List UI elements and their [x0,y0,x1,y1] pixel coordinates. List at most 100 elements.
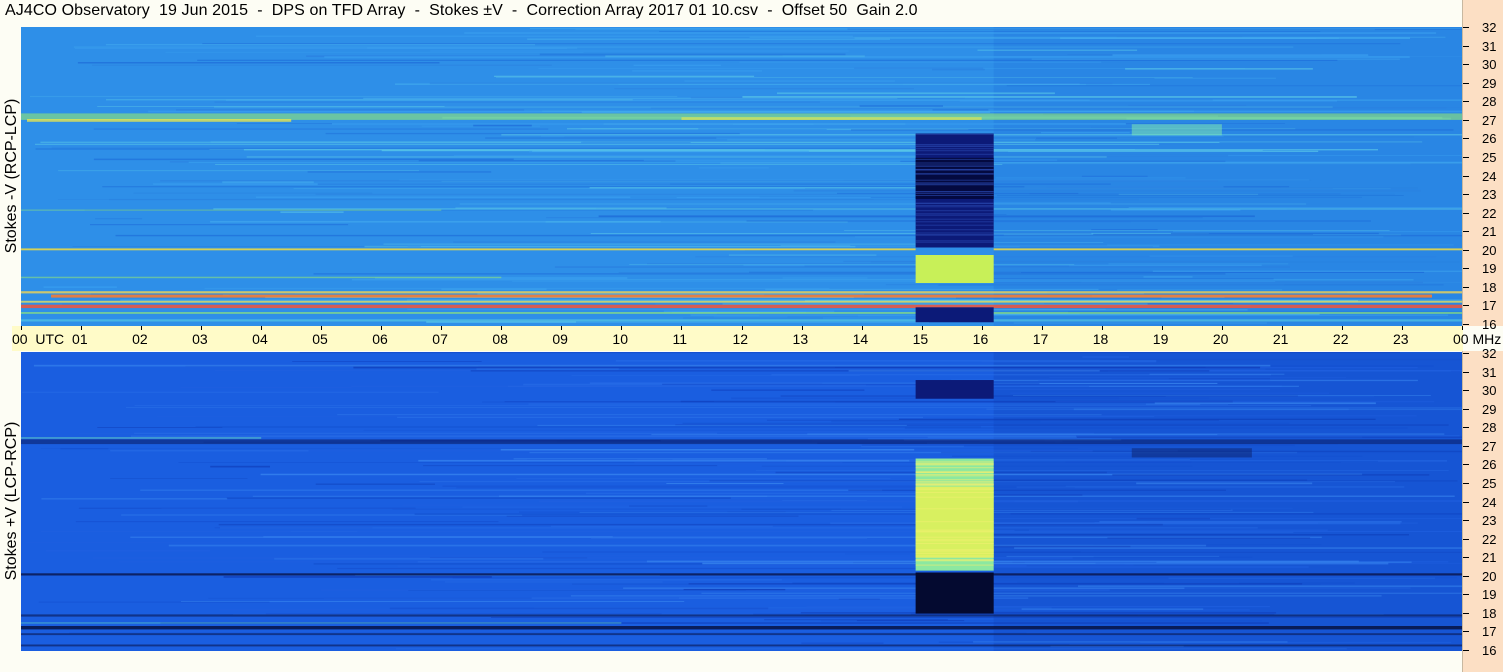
time-tick-label: 03 [192,331,208,347]
noise-streak [1117,289,1283,291]
noise-streak [274,557,544,560]
interference-block [915,380,994,399]
noise-streak [168,544,1207,547]
time-tick-label: 20 [1212,331,1229,347]
block-stripe [915,475,994,477]
freq-tick [1463,445,1469,447]
freq-tick [1463,520,1469,522]
noise-streak [62,303,656,305]
noise-streak [713,316,788,318]
freq-tick [1463,119,1469,121]
noise-streak [418,459,910,462]
time-tick-label: 01 [72,331,88,347]
noise-streak [58,170,419,172]
noise-streak [831,420,1041,423]
noise-streak [528,403,1229,405]
noise-streak [57,199,874,200]
noise-streak [1107,244,1454,246]
noise-streak [780,245,851,246]
block-stripe [915,133,994,135]
signal-band [21,312,1462,314]
noise-streak [337,567,952,570]
freq-tick-label: 29 [1482,75,1497,91]
noise-streak [793,189,1421,192]
noise-streak [324,56,1410,58]
freq-tick [1463,501,1469,503]
freq-tick [1463,231,1469,233]
noise-streak [473,124,532,127]
noise-streak [41,581,1018,583]
noise-streak [529,150,809,153]
time-tick [141,326,143,330]
freq-tick [1463,408,1469,410]
noise-streak [1112,474,1430,476]
freq-tick-label: 20 [1482,568,1497,584]
block-stripe [915,191,994,193]
time-tick-label: 14 [852,331,869,347]
block-stripe [915,205,994,207]
freq-tick-label: 25 [1482,149,1497,165]
noise-streak [591,537,868,539]
block-stripe [915,241,994,243]
freq-tick [1463,390,1469,392]
noise-streak [590,233,1209,234]
noise-streak [646,560,1359,563]
freq-tick-label: 17 [1482,624,1497,640]
noise-streak [72,246,421,247]
noise-streak [218,523,1163,526]
bottom-frequency-axis: 32 31 30 29 28 27 26 25 24 23 22 21 20 19 18 17 16 [1462,347,1503,672]
time-tick [981,326,983,330]
noise-streak [315,193,1395,195]
noise-streak [402,504,674,506]
signal-band [21,291,1462,294]
freq-tick-label: 23 [1482,187,1497,203]
freq-tick-label: 32 [1482,20,1497,35]
time-tick [381,326,383,330]
noise-streak [1091,229,1158,231]
top-spectrogram [21,27,1462,326]
noise-streak [367,47,578,49]
noise-streak [363,429,993,431]
time-tick [1341,326,1343,330]
noise-streak [21,391,439,393]
noise-streak [482,401,836,403]
time-tick [1041,326,1043,330]
signal-band [21,439,1462,445]
freq-tick [1463,594,1469,596]
noise-streak [506,515,799,517]
block-stripe [915,153,994,155]
block-stripe [915,192,994,194]
noise-streak [1010,392,1330,394]
noise-streak [755,470,1449,471]
noise-streak [1168,378,1270,380]
freq-tick [1463,482,1469,484]
noise-streak [437,321,929,323]
signal-band [681,117,982,120]
freq-tick-label: 18 [1482,605,1497,621]
noise-streak [1029,529,1328,531]
noise-streak [226,497,731,499]
noise-streak [956,297,1162,299]
noise-streak [292,361,482,362]
freq-tick-label: 27 [1482,112,1497,128]
time-tick-label: 00 MHz [1453,331,1502,347]
freq-tick [1463,82,1469,84]
block-stripe [915,536,994,538]
block-stripe [915,183,994,185]
time-tick-label: 15 [912,331,929,347]
noise-streak [982,187,1418,190]
noise-streak [75,521,499,523]
block-stripe [915,184,994,186]
noise-streak [464,32,1437,34]
noise-streak [455,207,667,209]
noise-streak [195,426,981,428]
freq-tick-label: 31 [1482,364,1497,380]
noise-streak [777,92,1055,95]
noise-streak [176,109,525,111]
noise-streak [202,43,1401,45]
block-stripe [915,144,994,145]
block-stripe [915,210,994,212]
noise-streak [263,536,613,538]
block-stripe [915,467,994,469]
block-stripe [915,484,994,486]
